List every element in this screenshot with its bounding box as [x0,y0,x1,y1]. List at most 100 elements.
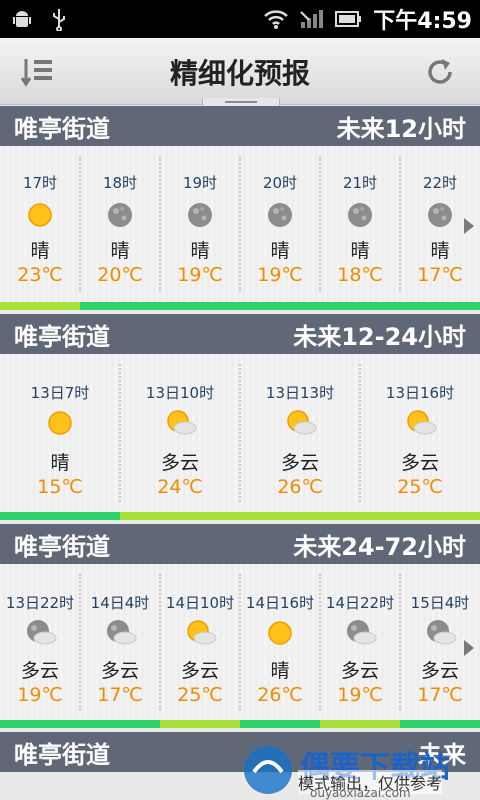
forecast-desc: 晴 [270,660,290,682]
cell-separator [319,574,321,710]
sun-cloud-icon [187,620,217,645]
battery-icon [335,11,362,27]
forecast-desc: 多云 [160,452,199,474]
refresh-icon [428,59,452,84]
forecast-desc: 多云 [100,660,139,682]
range-label: 未来12-24小时 [293,322,466,351]
usb-icon [53,9,65,31]
cell-separator [79,574,81,710]
refresh-button[interactable] [420,52,460,92]
clock: 下午4:59 [373,9,472,34]
forecast-temp: 25℃ [177,684,223,706]
forecast-time: 18时 [102,174,138,192]
forecast-temp: 24℃ [157,476,203,498]
forecast-cell: 14日22时 多云 19℃ [320,564,400,720]
forecast-time: 13日16时 [385,384,455,402]
forecast-time: 13日13时 [265,384,335,402]
forecast-panel-12h[interactable]: 17时晴 23℃ 18时晴 20℃ 19时晴 19℃ 20时晴 19℃ 21时晴 18℃ 22时晴 1… [0,146,480,302]
forecast-desc: 多云 [400,452,439,474]
forecast-temp: 20℃ [97,264,143,286]
forecast-desc: 多云 [180,660,219,682]
forecast-desc: 晴 [190,240,210,262]
forecast-time: 14日16时 [245,594,315,612]
moon-cloud-icon [427,620,457,645]
moon-icon [188,203,212,227]
cell-separator [399,574,401,710]
signal-icon [300,10,324,28]
forecast-cell: 13日22时多云 19℃ [0,564,80,720]
cell-separator [319,156,321,292]
forecast-time: 20时 [262,174,298,192]
scroll-right-icon[interactable] [464,218,474,234]
moon-cloud-icon [107,620,137,645]
forecast-desc: 晴 [430,240,450,262]
divider-bar [0,720,480,728]
forecast-cell: 14日16时晴 26℃ [240,564,320,720]
section-header-12-24h: 唯亭街道 未来12-24小时 [0,314,480,354]
location-label: 唯亭街道 [14,740,110,769]
cell-separator [239,574,241,710]
forecast-time: 21时 [342,174,378,192]
cell-separator [119,364,121,502]
forecast-desc: 晴 [50,452,70,474]
forecast-temp: 19℃ [177,264,223,286]
moon-icon [348,203,372,227]
forecast-time: 22时 [422,174,458,192]
divider-bar [0,302,480,310]
cell-separator [159,156,161,292]
divider-bar [0,512,480,520]
forecast-temp: 17℃ [417,684,463,706]
forecast-panel-12-24h[interactable]: 13日7时晴 15℃ 13日10时 多云 24℃ 13日13时 多云 26℃ 13日16时 多云 2… [0,354,480,512]
sun-cloud-icon [287,410,317,435]
forecast-temp: 17℃ [417,264,463,286]
forecast-desc: 多云 [20,660,59,682]
forecast-time: 13日10时 [145,384,215,402]
section-header-24-72h: 唯亭街道 未来24-72小时 [0,524,480,564]
forecast-time: 14日10时 [165,594,235,612]
forecast-desc: 晴 [270,240,290,262]
cell-separator [159,574,161,710]
forecast-time: 17时 [22,174,58,192]
sun-icon [268,621,292,645]
forecast-desc: 多云 [420,660,459,682]
page-title: 精细化预报 [169,57,310,90]
moon-icon [268,203,292,227]
forecast-cell: 14日10时多云 25℃ [160,564,240,720]
forecast-temp: 25℃ [397,476,443,498]
sun-icon [48,411,72,435]
location-label: 唯亭街道 [14,532,110,561]
forecast-cell: 17时晴 23℃ [0,146,80,302]
forecast-temp: 19℃ [17,684,63,706]
cell-separator [359,364,361,502]
cell-separator [239,364,241,502]
sun-cloud-icon [407,410,437,435]
forecast-desc: 多云 [280,452,319,474]
forecast-cell: 18时晴 20℃ [80,146,160,302]
cell-separator [79,156,81,292]
range-label: 未来24-72小时 [293,532,466,561]
status-bar: 下午4:59 [0,0,480,38]
scroll-right-icon[interactable] [464,640,474,656]
watermark-url: ouyaoxiazai.com [310,786,411,800]
forecast-temp: 18℃ [337,264,383,286]
forecast-temp: 23℃ [17,264,63,286]
range-label: 未来12小时 [336,114,466,143]
forecast-time: 19时 [182,174,218,192]
forecast-temp: 17℃ [97,684,143,706]
sun-cloud-icon [167,410,197,435]
forecast-panel-24-72h[interactable]: 13日22时 多云 19℃ 14日4时 多云 17℃ 14日10时 多云 25℃ 14日16时晴 2… [0,564,480,720]
moon-cloud-icon [347,620,377,645]
forecast-time: 13日22时 [5,594,75,612]
moon-cloud-icon [27,620,57,645]
forecast-temp: 26℃ [257,684,303,706]
forecast-temp: 26℃ [277,476,323,498]
title-bar: 精细化预报 [0,38,480,105]
forecast-time: 14日4时 [90,594,150,612]
watermark-logo-icon [244,746,292,794]
moon-icon [428,203,452,227]
forecast-temp: 19℃ [337,684,383,706]
forecast-desc: 晴 [350,240,370,262]
wifi-icon [264,10,289,29]
location-label: 唯亭街道 [14,322,110,351]
android-icon [13,11,31,27]
